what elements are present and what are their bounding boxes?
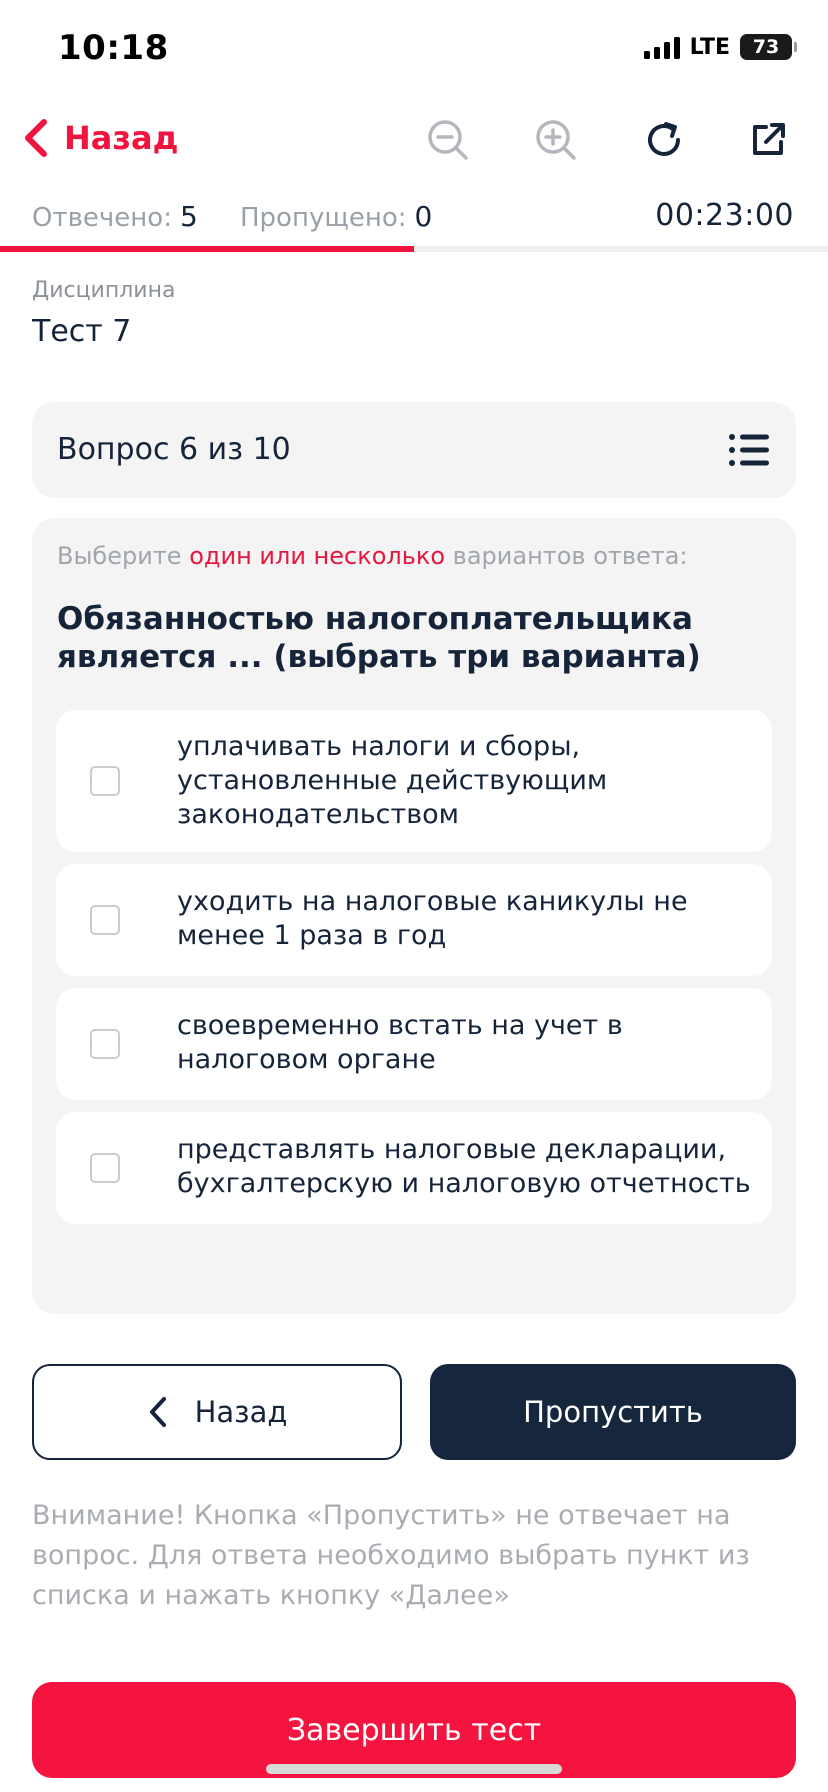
skipped-label: Пропущено: [240, 203, 407, 233]
chevron-left-icon [149, 1397, 166, 1427]
back-button-label: Назад [194, 1395, 288, 1429]
nav-back-label: Назад [64, 119, 179, 157]
status-bar: 10:18 LTE 73 [0, 0, 828, 100]
progress-stats: Отвечено: 5 Пропущено: 0 00:23:00 [0, 196, 828, 236]
status-time: 10:18 [58, 28, 169, 68]
option-text: своевременно встать на учет в налоговом … [177, 1010, 623, 1075]
progress-bar-fill [0, 246, 414, 252]
home-indicator [266, 1764, 562, 1774]
question-header: Вопрос 6 из 10 [32, 402, 796, 498]
instruction-accent: один или несколько [189, 542, 446, 570]
discipline-label: Дисциплина [32, 278, 176, 303]
skip-button-label: Пропустить [523, 1395, 703, 1429]
skipped-count: 0 [414, 200, 433, 233]
refresh-button[interactable] [640, 116, 688, 164]
skip-button[interactable]: Пропустить [430, 1364, 796, 1460]
top-nav: Назад [0, 110, 828, 172]
nav-back-button[interactable]: Назад [22, 118, 178, 158]
answer-option-1[interactable]: уплачивать налоги и сборы, установленные… [56, 710, 772, 852]
network-type: LTE [689, 34, 730, 60]
status-indicators: LTE 73 [643, 34, 797, 60]
instruction-suffix: вариантов ответа: [445, 542, 688, 570]
question-counter: Вопрос 6 из 10 [57, 432, 291, 467]
zoom-in-icon [536, 120, 576, 160]
question-list-button[interactable] [728, 430, 770, 470]
option-text: уплачивать налоги и сборы, установленные… [177, 731, 608, 830]
back-button[interactable]: Назад [32, 1364, 402, 1460]
question-card: Выберите один или несколько вариантов от… [32, 518, 796, 1314]
answer-option-4[interactable]: представлять налоговые декларации, бухга… [56, 1112, 772, 1224]
battery-level: 73 [752, 36, 780, 58]
answered-count: 5 [179, 200, 198, 233]
option-checkbox[interactable] [90, 766, 120, 796]
skipped-stat: Пропущено: 0 [240, 200, 432, 233]
option-text: уходить на налоговые каникулы не менее 1… [177, 886, 688, 951]
answer-option-2[interactable]: уходить на налоговые каникулы не менее 1… [56, 864, 772, 976]
timer: 00:23:00 [655, 198, 794, 233]
option-checkbox[interactable] [90, 1029, 120, 1059]
answered-label: Отвечено: [32, 203, 172, 233]
option-checkbox[interactable] [90, 1153, 120, 1183]
zoom-in-button[interactable] [532, 116, 580, 164]
list-icon [729, 434, 769, 466]
instruction-prefix: Выберите [57, 542, 190, 570]
question-text: Обязанностью налогоплательщика является … [57, 601, 701, 675]
progress-bar [0, 246, 828, 252]
chevron-left-icon [25, 119, 47, 157]
skip-notice: Внимание! Кнопка «Пропустить» не отвечае… [32, 1500, 750, 1611]
refresh-icon [648, 122, 680, 156]
discipline-value: Тест 7 [32, 314, 132, 349]
zoom-out-icon [428, 120, 468, 160]
answer-option-3[interactable]: своевременно встать на учет в налоговом … [56, 988, 772, 1100]
option-text: представлять налоговые декларации, бухга… [177, 1134, 751, 1199]
battery-icon: 73 [740, 34, 797, 60]
external-link-icon [753, 123, 785, 155]
signal-icon [643, 35, 680, 59]
option-checkbox[interactable] [90, 905, 120, 935]
answer-instruction: Выберите один или несколько вариантов от… [57, 542, 688, 570]
open-external-button[interactable] [744, 116, 792, 164]
answered-stat: Отвечено: 5 [32, 200, 198, 233]
zoom-out-button[interactable] [424, 116, 472, 164]
finish-test-label: Завершить тест [286, 1712, 542, 1748]
